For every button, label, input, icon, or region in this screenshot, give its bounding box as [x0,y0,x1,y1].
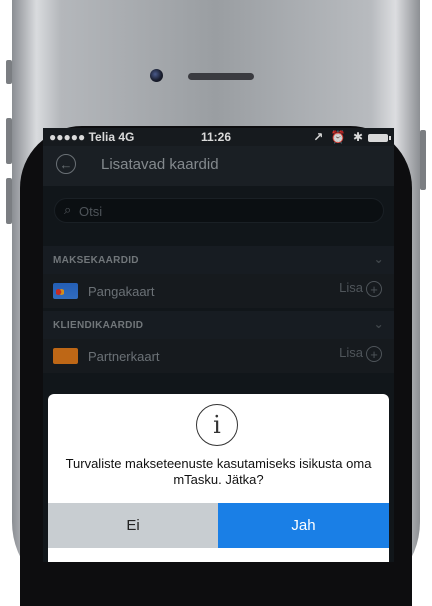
earpiece-speaker [188,73,254,80]
app-screen: ●●●●● Telia 4G 11:26 ↗ ⏰ ✱ ← Lisatavad k… [43,128,394,562]
confirmation-dialog: i Turvaliste makseteenuste kasutamiseks … [48,394,389,562]
front-camera [150,69,163,82]
no-button[interactable]: Ei [48,503,218,548]
side-button-left-top [6,60,12,84]
dialog-message: Turvaliste makseteenuste kasutamiseks is… [65,456,372,487]
side-button-left-mid [6,118,12,164]
side-button-left-bottom [6,178,12,224]
yes-button[interactable]: Jah [218,503,389,548]
info-icon: i [196,404,238,446]
side-button-right [420,130,426,190]
